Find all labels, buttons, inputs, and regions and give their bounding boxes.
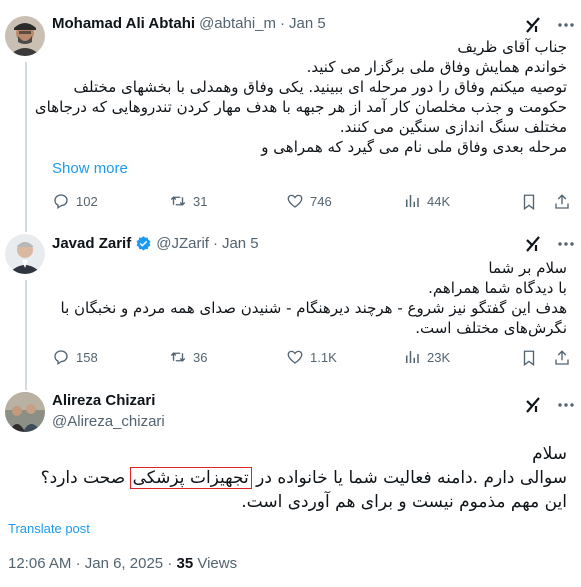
tweet-full-date[interactable]: Jan 6, 2025	[85, 555, 163, 572]
more-icon[interactable]	[556, 395, 576, 415]
tweet-text-line: خواندم همایش وفاق ملی برگزار می کنید.	[306, 58, 567, 76]
text-segment: سوالی دارم .دامنه فعالیت شما یا خانواده …	[256, 468, 567, 488]
tweet-meta: 12:06 AM · Jan 6, 2025 · 35 Views	[8, 555, 237, 572]
thread-line	[25, 280, 27, 390]
avatar[interactable]	[5, 392, 45, 432]
tweet-text-line: جناب آقای ظریف	[457, 38, 567, 56]
tweet-actions: 158 36 1.1K 23K	[52, 348, 572, 368]
like-count: 1.1K	[310, 349, 337, 365]
author-name[interactable]: Mohamad Ali Abtahi	[52, 15, 195, 32]
grok-icon[interactable]	[523, 234, 543, 254]
views-count: 44K	[427, 193, 451, 209]
tweet-text: سلام سوالی دارم .دامنه فعالیت شما یا خان…	[7, 442, 567, 514]
views-button[interactable]: 44K	[403, 192, 450, 210]
tweet-text-line: مختلف سنگ اندازی سنگین می کنند.	[339, 118, 567, 136]
retweet-count: 36	[193, 349, 208, 365]
translate-post-link[interactable]: Translate post	[8, 521, 90, 536]
tweet-text-line: سلام	[532, 444, 567, 464]
views-count: 35	[176, 555, 194, 572]
author-handle[interactable]: @Alireza_chizari	[52, 413, 165, 430]
tweet-text: جناب آقای ظریف خواندم همایش وفاق ملی برگ…	[34, 37, 568, 157]
retweet-icon	[170, 196, 186, 206]
grok-icon[interactable]	[523, 395, 543, 415]
tweet-date[interactable]: Jan 5	[222, 235, 259, 252]
show-more-link[interactable]: Show more	[52, 160, 128, 177]
tweet-text-line: سوالی دارم .دامنه فعالیت شما یا خانواده …	[7, 466, 567, 490]
author-name[interactable]: Javad Zarif	[52, 235, 131, 252]
like-count: 746	[310, 193, 332, 209]
highlighted-phrase: تجهیزات پزشکی	[129, 467, 252, 489]
tweet-text-line: هدف این گفتگو نیز شروع - هرچند دیرهنگام …	[60, 299, 567, 317]
like-button[interactable]: 1.1K	[286, 348, 337, 366]
thread-line	[25, 62, 27, 232]
tweet-text-line: با دیدگاه شما همراهم.	[428, 279, 567, 297]
bookmark-icon[interactable]	[520, 193, 538, 211]
analytics-icon	[406, 195, 419, 207]
tweet-text-line: نگرش‌های مختلف است.	[415, 319, 567, 337]
text-segment: صحت دارد؟	[40, 468, 126, 488]
separator-dot: ·	[280, 15, 285, 32]
tweet-text-line: حکومت و جذب مخلصان کار آمد از هر جبهه با…	[34, 98, 567, 116]
share-icon[interactable]	[553, 193, 571, 211]
main-tweet: Alireza Chizari @Alireza_chizari سلام سو…	[0, 382, 581, 587]
bookmark-icon[interactable]	[520, 349, 538, 367]
tweet-time[interactable]: 12:06 AM	[8, 555, 71, 572]
views-label: Views	[197, 555, 238, 572]
heart-icon	[287, 350, 303, 364]
tweet-date[interactable]: Jan 5	[289, 15, 326, 32]
tweet-text-line: سلام بر شما	[488, 259, 567, 277]
tweet-header: Javad Zarif @JZarif · Jan 5	[52, 235, 259, 252]
verified-badge-icon	[136, 236, 151, 251]
tweet-actions: 102 31 746 44K	[52, 192, 572, 212]
author-handle[interactable]: @abtahi_m	[199, 15, 276, 32]
retweet-icon	[170, 352, 186, 362]
tweet-text-line: مرحله بعدی وفاق ملی نام می گیرد که همراه…	[261, 138, 567, 156]
share-icon[interactable]	[553, 349, 571, 367]
more-icon[interactable]	[556, 234, 576, 254]
tweet-abtahi[interactable]: Mohamad Ali Abtahi @abtahi_m · Jan 5 جنا…	[0, 0, 581, 232]
analytics-icon	[406, 351, 419, 363]
views-count: 23K	[427, 349, 451, 365]
grok-icon[interactable]	[523, 15, 543, 35]
retweet-count: 31	[193, 193, 208, 209]
heart-icon	[287, 194, 303, 208]
reply-count: 102	[76, 193, 98, 209]
reply-count: 158	[76, 349, 98, 365]
more-icon[interactable]	[556, 15, 576, 35]
tweet-header: Mohamad Ali Abtahi @abtahi_m · Jan 5	[52, 15, 326, 32]
reply-icon	[54, 194, 68, 210]
tweet-zarif[interactable]: Javad Zarif @JZarif · Jan 5 سلام بر شما …	[0, 222, 581, 390]
avatar[interactable]	[5, 16, 45, 56]
reply-button[interactable]: 158	[52, 348, 98, 366]
avatar[interactable]	[5, 234, 45, 274]
views-button[interactable]: 23K	[403, 348, 450, 366]
author-handle[interactable]: @JZarif	[156, 235, 209, 252]
like-button[interactable]: 746	[286, 192, 332, 210]
retweet-button[interactable]: 36	[169, 348, 207, 366]
reply-button[interactable]: 102	[52, 192, 98, 210]
separator-dot: ·	[75, 555, 85, 572]
author-name[interactable]: Alireza Chizari	[52, 392, 155, 409]
tweet-text: سلام بر شما با دیدگاه شما همراهم. هدف ای…	[52, 258, 567, 338]
tweet-text-line: این مهم مذموم نیست و برای هم آوردی است.	[241, 492, 567, 512]
reply-icon	[54, 350, 68, 366]
tweet-text-line: توصیه میکنم وفاق را دور مرحله ای ببینید.…	[73, 78, 568, 96]
separator-dot: ·	[212, 235, 218, 252]
retweet-button[interactable]: 31	[169, 192, 207, 210]
